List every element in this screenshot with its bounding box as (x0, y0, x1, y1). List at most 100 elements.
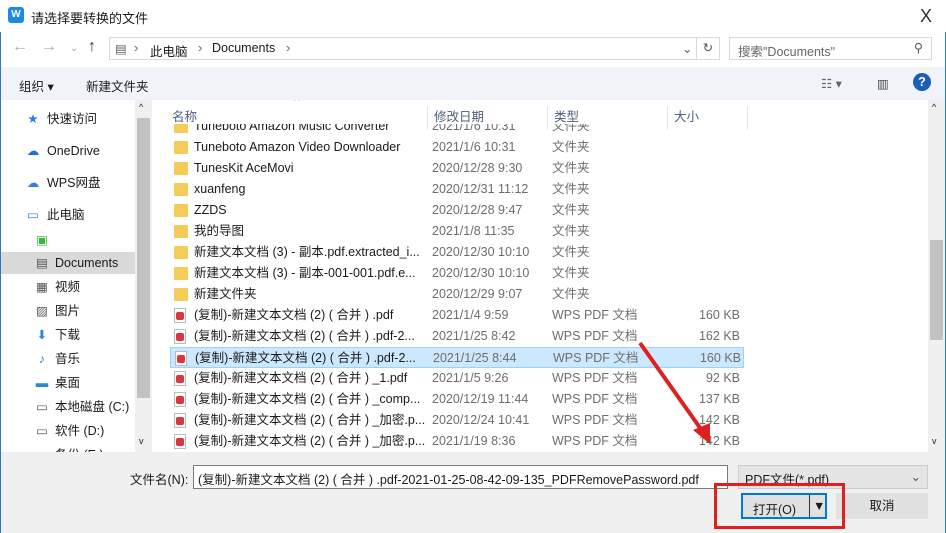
app-icon: ▣ (36, 233, 48, 247)
column-type[interactable]: 类型 (554, 106, 668, 130)
address-bar[interactable]: ▤ › 此电脑 › Documents › ⌄ (109, 37, 697, 60)
file-name: (复制)-新建文本文档 (2) ( 合并 ) _1.pdf (194, 371, 408, 385)
column-date[interactable]: 修改日期 (434, 106, 548, 130)
nav-item[interactable]: ▭ 此电脑 (1, 204, 135, 226)
organize-button[interactable]: 组织 ▾ (19, 76, 54, 95)
file-size: 142 KB (698, 434, 740, 448)
file-type: 文件夹 (552, 266, 590, 280)
nav-item[interactable]: ▤ Documents (1, 252, 135, 274)
file-row[interactable]: 新建文本文档 (3) - 副本-001-001.pdf.e... 2020/12/… (170, 263, 744, 284)
nav-item[interactable]: ▭ 软件 (D:) (1, 420, 135, 442)
pdf-file-icon (174, 308, 186, 323)
nav-item[interactable]: ☁ OneDrive (1, 140, 135, 162)
file-date: 2021/1/19 8:36 (432, 434, 516, 448)
new-folder-button[interactable]: 新建文件夹 (86, 76, 149, 95)
file-row[interactable]: (复制)-新建文本文档 (2) ( 合并 ) .pdf 2021/1/4 9:59… (170, 305, 744, 326)
help-icon[interactable]: ? (913, 73, 931, 91)
file-date: 2020/12/24 10:41 (432, 413, 530, 427)
file-type: WPS PDF 文档 (553, 351, 639, 365)
file-row[interactable]: 新建文本文档 (3) - 副本.pdf.extracted_i... 2020/1… (170, 242, 744, 263)
nav-item[interactable]: ▦ 视频 (1, 276, 135, 298)
nav-item[interactable]: ♪ 音乐 (1, 348, 135, 370)
file-row[interactable]: (复制)-新建文本文档 (2) ( 合并 ) _加密.p... 2021/1/19… (170, 431, 744, 452)
file-row[interactable]: (复制)-新建文本文档 (2) ( 合并 ) .pdf-2... 2021/1/2… (170, 347, 744, 368)
file-date: 2021/1/4 9:59 (432, 308, 509, 322)
chevron-down-icon[interactable]: ⌄ (682, 41, 692, 56)
preview-pane-icon[interactable]: ▥ (877, 76, 889, 91)
file-date: 2020/12/28 9:30 (432, 161, 523, 175)
file-date: 2020/12/29 9:07 (432, 287, 523, 301)
navigation-pane: ★ 快速访问 ☁ OneDrive ☁ WPS网盘 ▭ 此电脑 ▣ ▤ Documents ▦ 视频 ▨ 图… (1, 100, 135, 452)
file-type: 文件夹 (552, 287, 590, 301)
filename-input[interactable]: (复制)-新建文本文档 (2) ( 合并 ) .pdf-2021-01-25-0… (193, 465, 728, 489)
search-input[interactable]: 搜索"Documents" ⚲ (729, 37, 932, 60)
folder-icon (174, 225, 188, 238)
file-type: WPS PDF 文档 (552, 329, 638, 343)
column-size[interactable]: 大小 (674, 106, 748, 130)
nav-item-label: 本地磁盘 (C:) (55, 400, 130, 414)
nav-item[interactable]: ★ 快速访问 (1, 108, 135, 130)
file-date: 2020/12/30 10:10 (432, 245, 530, 259)
folder-icon (174, 162, 188, 175)
file-row[interactable]: 新建文件夹 2020/12/29 9:07 文件夹 (170, 284, 744, 305)
nav-item[interactable]: ▣ (1, 229, 135, 251)
file-name: Tuneboto Amazon Video Downloader (194, 140, 401, 154)
file-row[interactable]: 我的导图 2021/1/8 11:35 文件夹 (170, 221, 744, 242)
breadcrumb-this-pc[interactable]: 此电脑 (150, 41, 188, 60)
back-button[interactable]: ← (12, 38, 28, 56)
refresh-button[interactable]: ↻ (697, 37, 720, 60)
file-type: WPS PDF 文档 (552, 308, 638, 322)
folder-icon (174, 288, 188, 301)
file-list: ^ 名称 修改日期 类型 大小 Tuneboto Amazon Music Co… (152, 100, 928, 452)
file-row[interactable]: (复制)-新建文本文档 (2) ( 合并 ) _1.pdf 2021/1/5 9:… (170, 368, 744, 389)
folder-icon (174, 183, 188, 196)
list-scrollbar[interactable]: ^ v (928, 100, 945, 452)
nav-item-label: 快速访问 (47, 112, 98, 126)
title-bar: W 请选择要转换的文件 X (0, 0, 946, 32)
file-name: 新建文件夹 (194, 287, 257, 301)
dialog-title: 请选择要转换的文件 (31, 11, 149, 26)
annotation-highlight-box (714, 483, 845, 529)
file-row[interactable]: (复制)-新建文本文档 (2) ( 合并 ) .pdf-2... 2021/1/2… (170, 326, 744, 347)
breadcrumb-documents[interactable]: Documents (212, 41, 275, 55)
file-row[interactable]: ZZDS 2020/12/28 9:47 文件夹 (170, 200, 744, 221)
file-date: 2021/1/8 11:35 (432, 224, 515, 238)
cancel-button[interactable]: 取消 (836, 493, 928, 519)
forward-button[interactable]: → (41, 38, 57, 56)
file-row[interactable]: TunesKit AceMovi 2020/12/28 9:30 文件夹 (170, 158, 744, 179)
folder-icon (174, 267, 188, 280)
document-icon: ▤ (115, 42, 127, 56)
recent-dropdown-icon[interactable]: ⌄ (70, 43, 78, 54)
nav-item[interactable]: ▭ 备份 (E:) (1, 444, 135, 452)
nav-item[interactable]: ☁ WPS网盘 (1, 172, 135, 194)
file-name: (复制)-新建文本文档 (2) ( 合并 ) .pdf-2... (195, 351, 416, 365)
nav-item[interactable]: ▬ 桌面 (1, 372, 135, 394)
file-row[interactable]: Tuneboto Amazon Video Downloader 2021/1/6… (170, 137, 744, 158)
nav-item[interactable]: ⬇ 下载 (1, 324, 135, 346)
file-size: 160 KB (699, 351, 741, 365)
close-button[interactable]: X (912, 4, 940, 28)
nav-item-label: 音乐 (55, 352, 81, 366)
nav-scrollbar[interactable]: ^ v (135, 100, 152, 452)
file-name: ZZDS (194, 203, 227, 217)
nav-item[interactable]: ▭ 本地磁盘 (C:) (1, 396, 135, 418)
file-type: 文件夹 (552, 203, 590, 217)
file-size: 142 KB (698, 413, 740, 427)
pdf-file-icon (174, 329, 186, 344)
file-row[interactable]: xuanfeng 2020/12/31 11:12 文件夹 (170, 179, 744, 200)
toolbar: 组织 ▾ 新建文件夹 ☷ ▾ ▥ ? (1, 67, 945, 100)
music-icon: ♪ (38, 352, 46, 366)
column-name[interactable]: 名称 (172, 106, 428, 130)
nav-item[interactable]: ▨ 图片 (1, 300, 135, 322)
file-name: (复制)-新建文本文档 (2) ( 合并 ) .pdf (194, 308, 394, 322)
picture-icon: ▨ (36, 304, 48, 318)
file-name: 新建文本文档 (3) - 副本-001-001.pdf.e... (194, 266, 416, 280)
file-name: TunesKit AceMovi (194, 161, 294, 175)
file-row[interactable]: (复制)-新建文本文档 (2) ( 合并 ) _加密.p... 2020/12/2… (170, 410, 744, 431)
file-size: 137 KB (698, 392, 740, 406)
star-icon: ★ (27, 112, 39, 126)
file-row[interactable]: (复制)-新建文本文档 (2) ( 合并 ) _comp... 2020/12/1… (170, 389, 744, 410)
view-options-icon[interactable]: ☷ ▾ (821, 76, 842, 91)
up-button[interactable]: ↑ (88, 38, 96, 56)
file-type: WPS PDF 文档 (552, 413, 638, 427)
